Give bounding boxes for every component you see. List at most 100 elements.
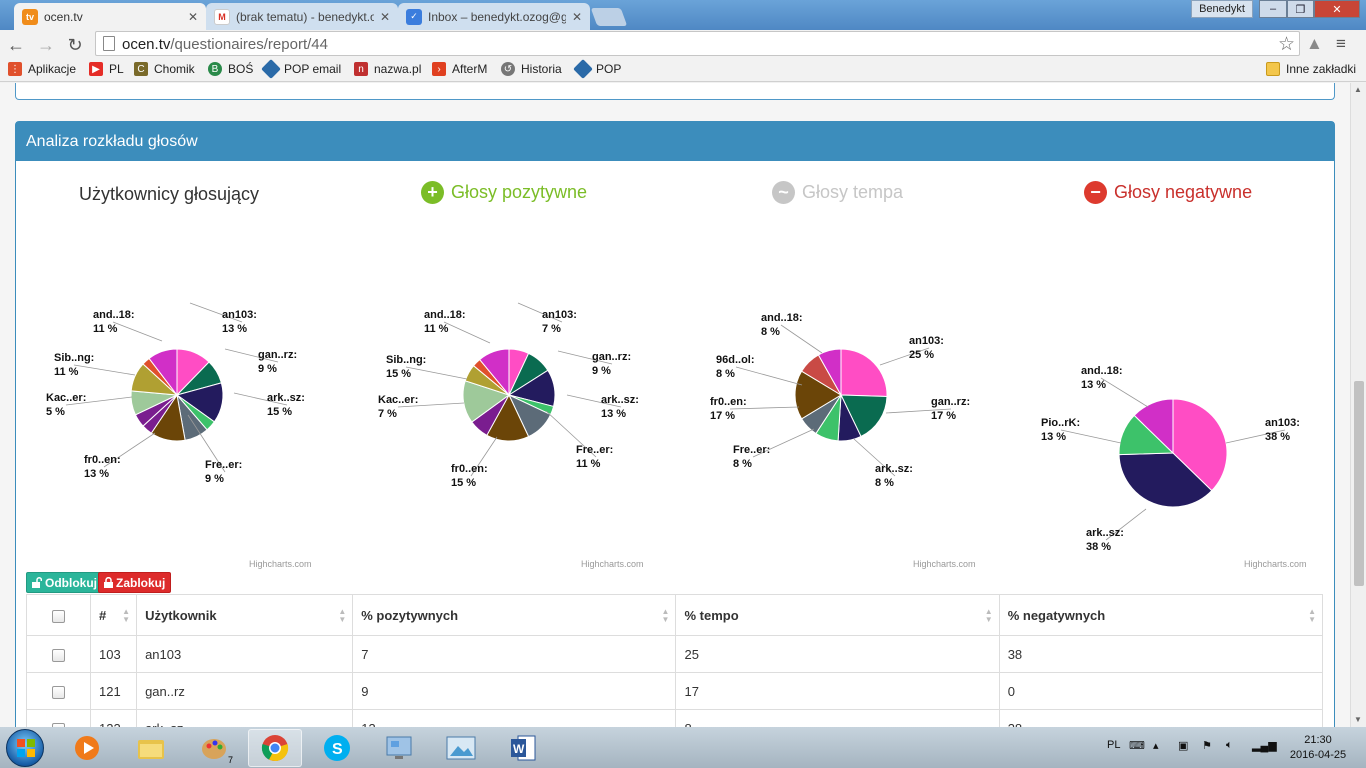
scroll-up-icon[interactable]: ▲ — [1354, 85, 1362, 94]
bookmark-bos[interactable]: B BOŚ — [208, 62, 253, 76]
highcharts-credit[interactable]: Highcharts.com — [1244, 559, 1307, 569]
taskbar-photo-viewer[interactable] — [434, 729, 488, 767]
pie-label-percent: 11 % — [576, 458, 601, 470]
pie-label-name: and..18: — [424, 309, 466, 321]
page-scrollbar[interactable]: ▲ ▼ — [1350, 83, 1366, 727]
chart-title-tempo: ~ Głosy tempa — [772, 181, 903, 204]
bookmark-aplikacje[interactable]: ⋮ Aplikacje — [8, 62, 76, 76]
menu-icon[interactable]: ≡ — [1336, 34, 1346, 54]
bookmark-afterm[interactable]: › AfterM — [432, 62, 487, 76]
bookmark-chomik[interactable]: C Chomik — [134, 62, 195, 76]
column-header-positive[interactable]: % pozytywnych ▲ ▼ — [352, 594, 677, 636]
taskbar-media-player[interactable] — [60, 729, 114, 767]
close-window-button[interactable]: ✕ — [1314, 0, 1360, 18]
bookmark-nazwa-pl[interactable]: n nazwa.pl — [354, 62, 421, 76]
unlock-button[interactable]: Odblokuj — [26, 572, 103, 593]
sort-icon: ▲ ▼ — [984, 607, 993, 624]
pie-label-percent: 8 % — [716, 368, 735, 380]
cell-id: 103 — [90, 635, 138, 673]
table-header-row: # ▲ ▼ Użytkownik ▲ ▼ % pozytywnych ▲ ▼ % tempo… — [25, 594, 1324, 636]
tab-title: Inbox – benedykt.ozog@g — [428, 9, 566, 24]
close-tab-icon[interactable]: ✕ — [572, 10, 582, 24]
scroll-down-icon[interactable]: ▼ — [1354, 715, 1362, 724]
minimize-button[interactable]: – — [1259, 0, 1287, 18]
start-button[interactable] — [6, 729, 44, 767]
folder-icon — [138, 740, 164, 759]
tray-arrow-icon[interactable]: ▴ — [1153, 739, 1159, 752]
column-header-negative[interactable]: % negatywnych ▲ ▼ — [998, 594, 1324, 636]
bookmark-star-icon[interactable]: ☆ — [1278, 33, 1295, 56]
bookmark-pop[interactable]: POP — [573, 59, 621, 79]
pie-label-name: an103: — [222, 309, 257, 321]
taskbar-control-panel[interactable] — [372, 729, 426, 767]
highcharts-credit[interactable]: Highcharts.com — [249, 559, 312, 569]
pie-label-name: Fre..er: — [576, 444, 613, 456]
url-text: ocen.tv/questionaires/report/44 — [122, 36, 328, 53]
back-button[interactable]: ← — [4, 33, 28, 57]
taskbar-skype[interactable]: S — [310, 729, 364, 767]
media-player-icon — [75, 736, 99, 760]
cell-positive: 13 — [352, 709, 677, 727]
pie-label-name: 96d..ol: — [716, 354, 755, 366]
pie-label-percent: 11 % — [54, 366, 79, 378]
close-tab-icon[interactable]: ✕ — [380, 10, 390, 24]
forward-button[interactable]: → — [34, 33, 58, 57]
taskbar-word[interactable]: W — [496, 729, 550, 767]
pie-connector-line — [112, 321, 163, 342]
tab-ocen-tv[interactable]: tv ocen.tv ✕ — [14, 3, 206, 30]
drive-extension-icon[interactable]: ▲ — [1306, 34, 1323, 54]
bookmark-pl[interactable]: ▶ PL — [89, 62, 124, 76]
reload-button[interactable]: ↻ — [63, 33, 87, 57]
action-center-flag-icon[interactable]: ⚑ — [1202, 739, 1212, 752]
pie-slice[interactable] — [840, 348, 888, 397]
close-tab-icon[interactable]: ✕ — [188, 10, 198, 24]
bookmark-historia[interactable]: ↺ Historia — [501, 62, 562, 76]
lock-icon — [104, 577, 113, 588]
profile-button[interactable]: Benedykt — [1191, 0, 1253, 18]
keyboard-icon[interactable]: ⌨ — [1129, 739, 1145, 752]
row-checkbox[interactable] — [52, 685, 66, 699]
column-header-id[interactable]: # ▲ ▼ — [90, 594, 138, 636]
pie-label-percent: 8 % — [875, 477, 894, 489]
address-bar[interactable]: ocen.tv/questionaires/report/44 ☆ — [95, 31, 1300, 56]
taskbar-file-explorer[interactable] — [124, 729, 178, 767]
row-select-cell — [25, 635, 92, 673]
sort-icon: ▲ ▼ — [338, 607, 347, 624]
network-signal-icon[interactable]: ▂▄▆ — [1252, 739, 1277, 752]
highcharts-credit[interactable]: Highcharts.com — [581, 559, 644, 569]
column-header-tempo[interactable]: % tempo ▲ ▼ — [675, 594, 1000, 636]
cell-id: 121 — [90, 672, 138, 710]
volume-icon[interactable]: 🔈︎ — [1226, 739, 1233, 752]
taskbar-chrome[interactable] — [248, 729, 302, 767]
cell-id: 122 — [90, 709, 138, 727]
tab-gmail[interactable]: M (brak tematu) - benedykt.o ✕ — [206, 3, 398, 30]
svg-text:W: W — [513, 742, 525, 756]
pie-label-name: and..18: — [93, 309, 135, 321]
taskbar-paint[interactable]: 7 — [187, 729, 241, 767]
language-indicator[interactable]: PL — [1107, 739, 1120, 751]
select-all-checkbox[interactable] — [52, 609, 66, 623]
highcharts-credit[interactable]: Highcharts.com — [913, 559, 976, 569]
pie-label-percent: 13 % — [1081, 379, 1106, 391]
pie-label-name: ark..sz: — [1086, 527, 1124, 539]
pie-label-name: Kac..er: — [378, 394, 418, 406]
tab-inbox[interactable]: ✓ Inbox – benedykt.ozog@g ✕ — [398, 3, 590, 30]
column-header-user[interactable]: Użytkownik ▲ ▼ — [136, 594, 354, 636]
pie-connector-line — [1100, 377, 1149, 408]
other-bookmarks[interactable]: Inne zakładki — [1266, 62, 1356, 76]
bookmark-pop-email[interactable]: POP email — [261, 59, 341, 79]
row-checkbox[interactable] — [52, 648, 66, 662]
pie-connector-line — [405, 366, 468, 380]
maximize-button[interactable]: ❐ — [1287, 0, 1314, 18]
scroll-thumb[interactable] — [1354, 381, 1364, 586]
system-clock[interactable]: 21:30 2016-04-25 — [1283, 733, 1353, 763]
table-row: 122 ark..sz 13 8 38 — [25, 709, 1324, 727]
lock-button[interactable]: Zablokuj — [98, 572, 172, 593]
usb-device-icon[interactable]: ▣ — [1178, 739, 1188, 752]
pie-label-percent: 11 % — [93, 323, 118, 335]
panel-title: Analiza rozkładu głosów — [16, 122, 1334, 161]
new-tab-button[interactable] — [590, 8, 628, 26]
pie-label-name: an103: — [1265, 417, 1300, 429]
cell-user: an103 — [136, 635, 354, 673]
chrome-icon — [261, 735, 289, 762]
